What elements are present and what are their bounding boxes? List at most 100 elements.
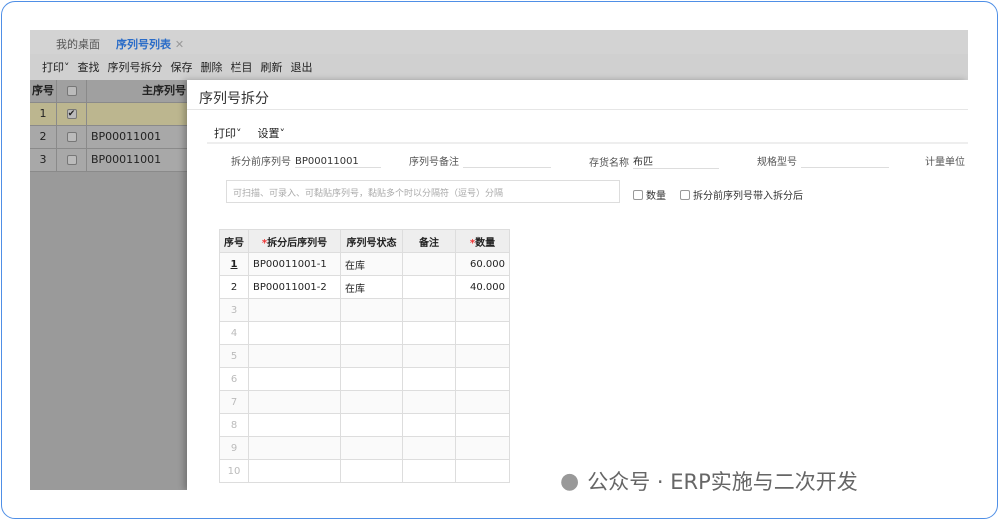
table-row[interactable]: 3 BP00011001 [30,149,190,172]
grid-cell[interactable] [402,413,456,437]
grid-cell[interactable] [340,390,403,414]
refresh-button[interactable]: 刷新 [261,59,283,75]
grid-row[interactable]: 8 [219,413,510,437]
grid-cell[interactable]: 2 [219,275,249,299]
grid-cell[interactable] [402,459,456,483]
grid-cell[interactable] [455,298,510,322]
grid-cell[interactable] [402,367,456,391]
grid-cell[interactable] [340,298,403,322]
grid-cell[interactable] [402,344,456,368]
grid-cell[interactable] [340,436,403,460]
split-button[interactable]: 序列号拆分 [108,59,163,75]
grid-cell[interactable] [340,413,403,437]
grid-cell[interactable]: 9 [219,436,249,460]
grid-cell[interactable] [340,321,403,345]
grid-cell[interactable] [402,390,456,414]
grid-cell[interactable]: 4 [219,321,249,345]
col-no: 序号 [30,80,57,102]
grid-cell[interactable] [248,298,341,322]
grid-cell[interactable] [248,367,341,391]
carry-serial-option[interactable]: 拆分前序列号带入拆分后 [680,187,803,202]
grid-cell[interactable]: 5 [219,344,249,368]
quantity-option[interactable]: 数量 [633,187,666,202]
tab-desktop[interactable]: 我的桌面 [56,36,100,52]
grid-cell[interactable]: 60.000 [455,252,510,276]
save-button[interactable]: 保存 [171,59,193,75]
watermark-text: 公众号 · ERP实施与二次开发 [587,470,858,494]
remark-field: 序列号备注 [409,153,551,168]
grid-cell[interactable] [248,459,341,483]
grid-cell[interactable] [455,344,510,368]
grid-cell[interactable] [340,459,403,483]
grid-cell[interactable]: BP00011001-2 [248,275,341,299]
close-icon[interactable]: ✕ [175,38,184,51]
grid-cell[interactable]: 8 [219,413,249,437]
grid-cell[interactable] [340,367,403,391]
grid-cell[interactable] [248,344,341,368]
grid-cell[interactable]: BP00011001-1 [248,252,341,276]
grid-cell[interactable]: 6 [219,367,249,391]
grid-cell[interactable]: 3 [219,298,249,322]
print-label: 打印 [214,127,236,140]
pre-serial-input[interactable]: BP00011001 [295,156,381,168]
grid-cell[interactable] [340,344,403,368]
grid-row[interactable]: 9 [219,436,510,460]
grid-cell[interactable]: 在库 [340,275,403,299]
find-button[interactable]: 查找 [78,59,100,75]
grid-cell[interactable]: 7 [219,390,249,414]
grid-cell[interactable] [248,436,341,460]
delete-button[interactable]: 删除 [201,59,223,75]
exit-button[interactable]: 退出 [291,59,313,75]
row-checkbox[interactable]: ✔ [66,109,77,119]
grid-cell[interactable] [248,390,341,414]
select-all-checkbox[interactable] [66,86,77,96]
print-button[interactable]: 打印˅ [42,59,70,75]
grid-row[interactable]: 2 BP00011001-2 在库 40.000 [219,275,510,299]
row-checkbox[interactable] [66,132,77,142]
grid-row[interactable]: 6 [219,367,510,391]
row-no: 1 [30,103,57,125]
grid-cell[interactable] [402,436,456,460]
tab-label: 序列号列表 [116,38,171,51]
grid-cell[interactable]: 1 [219,252,249,276]
table-row[interactable]: 2 BP00011001 [30,126,190,149]
carry-serial-checkbox[interactable] [680,189,690,200]
header-label: 数量 [475,237,496,249]
grid-cell[interactable] [455,413,510,437]
grid-cell[interactable]: 40.000 [455,275,510,299]
table-row[interactable]: 1 ✔ [30,103,190,126]
grid-cell[interactable]: 10 [219,459,249,483]
serial-scan-input[interactable]: 可扫描、可录入、可黏贴序列号，黏贴多个时以分隔符（逗号）分隔 [226,180,620,203]
grid-cell[interactable] [455,436,510,460]
inventory-name-input[interactable]: 布匹 [633,153,719,169]
spec-input[interactable] [801,155,889,168]
col-quantity: *数量 [455,229,510,253]
grid-row[interactable]: 1 BP00011001-1 在库 60.000 [219,252,510,276]
columns-button[interactable]: 栏目 [231,59,253,75]
remark-input[interactable] [463,155,551,168]
grid-row[interactable]: 4 [219,321,510,345]
grid-row[interactable]: 10 [219,459,510,483]
app-window: 我的桌面 序列号列表 ✕ 打印˅ 查找 序列号拆分 保存 删除 栏目 刷新 退出… [30,30,968,490]
quantity-checkbox[interactable] [633,189,643,200]
col-new-serial: *拆分后序列号 [248,229,341,253]
grid-cell[interactable] [455,321,510,345]
grid-cell[interactable] [248,413,341,437]
wechat-icon: ● [560,468,580,494]
grid-cell[interactable] [402,321,456,345]
grid-cell[interactable] [402,252,456,276]
grid-row[interactable]: 7 [219,390,510,414]
dialog-settings-button[interactable]: 设置˅ [258,125,286,141]
col-no: 序号 [219,229,249,253]
grid-row[interactable]: 3 [219,298,510,322]
grid-cell[interactable] [455,367,510,391]
grid-cell[interactable] [455,390,510,414]
grid-cell[interactable]: 在库 [340,252,403,276]
grid-cell[interactable] [248,321,341,345]
grid-cell[interactable] [402,275,456,299]
grid-cell[interactable] [455,459,510,483]
row-checkbox[interactable] [66,155,77,165]
grid-row[interactable]: 5 [219,344,510,368]
grid-cell[interactable] [402,298,456,322]
dialog-print-button[interactable]: 打印˅ [214,125,242,141]
